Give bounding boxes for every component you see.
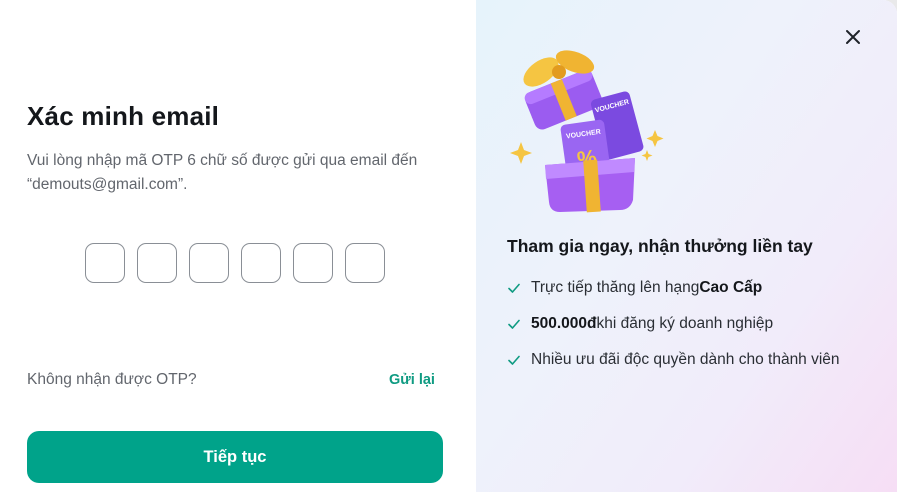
benefit-text: Trực tiếp thăng lên hạng: [531, 279, 700, 296]
benefit-item-rank: Trực tiếp thăng lên hạng Cao Cấp: [507, 276, 840, 300]
otp-digit-1[interactable]: [85, 243, 125, 283]
benefit-text: khi đăng ký doanh nghiệp: [596, 315, 774, 332]
resend-prompt: Không nhận được OTP?: [27, 371, 197, 388]
benefit-highlight: 500.000đ: [531, 315, 597, 332]
benefit-item-offers: Nhiều ưu đãi độc quyền dành cho thành vi…: [507, 348, 840, 372]
otp-digit-3[interactable]: [189, 243, 229, 283]
verify-email-modal: Xác minh email Vui lòng nhập mã OTP 6 ch…: [0, 0, 897, 492]
close-button[interactable]: [841, 25, 865, 49]
check-icon: [508, 355, 520, 365]
close-icon: [846, 30, 860, 44]
otp-digit-6[interactable]: [345, 243, 385, 283]
resend-link[interactable]: Gửi lại: [389, 372, 435, 388]
page-title: Xác minh email: [27, 101, 220, 131]
promo-title: Tham gia ngay, nhận thưởng liền tay: [507, 236, 813, 256]
check-icon: [508, 319, 520, 329]
benefit-item-reward: 500.000đ khi đăng ký doanh nghiệp: [507, 312, 840, 336]
benefit-list: Trực tiếp thăng lên hạng Cao Cấp 500.000…: [507, 276, 840, 384]
otp-digit-4[interactable]: [241, 243, 281, 283]
check-icon: [508, 283, 520, 293]
otp-instruction: Vui lòng nhập mã OTP 6 chữ số được gửi q…: [27, 152, 418, 193]
verify-panel: Xác minh email Vui lòng nhập mã OTP 6 ch…: [0, 0, 476, 492]
continue-button[interactable]: Tiếp tục: [27, 431, 443, 483]
gift-voucher-illustration: VOUCHER VOUCHER %: [510, 50, 664, 213]
otp-input-group: [85, 243, 385, 283]
benefit-highlight: Cao Cấp: [699, 279, 763, 296]
otp-digit-2[interactable]: [137, 243, 177, 283]
benefit-text: Nhiều ưu đãi độc quyền dành cho thành vi…: [531, 351, 840, 368]
otp-digit-5[interactable]: [293, 243, 333, 283]
